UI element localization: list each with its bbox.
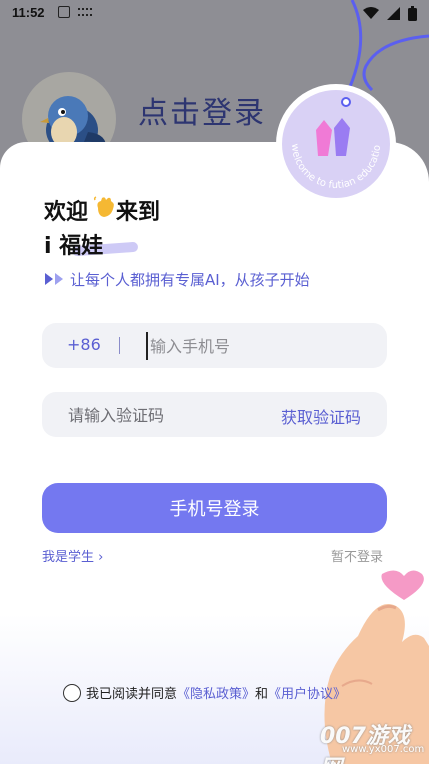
country-code-selector[interactable]: +86 <box>67 335 101 354</box>
watermark-brand: 007游戏网 <box>320 724 410 764</box>
notification-dots-icon <box>78 8 92 16</box>
agreement-and: 和 <box>255 687 269 702</box>
slogan-text: 让每个人都拥有专属AI，从孩子开始 <box>70 271 310 289</box>
agreement-prefix: 我已阅读并同意 <box>86 687 178 702</box>
waving-hand-icon <box>93 196 114 217</box>
battery-icon <box>408 6 417 21</box>
phone-input[interactable] <box>146 332 366 360</box>
status-bar: 11:52 <box>0 0 429 26</box>
status-time: 11:52 <box>12 5 45 20</box>
phone-login-button[interactable]: 手机号登录 <box>42 483 387 533</box>
agreement-checkbox[interactable] <box>63 683 81 702</box>
user-agreement-link[interactable]: 《用户协议》 <box>268 683 346 702</box>
verification-code-field[interactable]: 获取验证码 <box>42 392 387 437</box>
wifi-icon <box>363 7 379 19</box>
agreement-row: 我已阅读并同意 《隐私政策》 和 《用户协议》 <box>63 683 346 702</box>
privacy-policy-link[interactable]: 《隐私政策》 <box>177 683 255 702</box>
get-code-button[interactable]: 获取验证码 <box>281 404 361 428</box>
notification-a-icon <box>58 6 70 18</box>
field-divider <box>119 337 120 354</box>
watermark-url: www.yx007.com <box>342 744 425 755</box>
verification-code-input[interactable] <box>68 401 248 429</box>
arrive-word: 来到 <box>116 200 161 225</box>
phone-field[interactable]: +86 <box>42 323 387 368</box>
background-login-title: 点击登录 <box>138 96 266 131</box>
status-notification-icons <box>58 6 92 18</box>
welcome-tag-graphic: welcome to futian education <box>276 84 383 191</box>
status-system-icons <box>363 6 417 21</box>
app-name-title: i 福娃 <box>44 234 104 259</box>
double-chevron-icon <box>45 273 63 285</box>
student-login-link[interactable]: 我是学生 › <box>42 546 103 565</box>
skip-login-link[interactable]: 暂不登录 <box>331 546 383 565</box>
welcome-word: 欢迎 <box>44 200 89 225</box>
signal-icon <box>387 7 400 20</box>
